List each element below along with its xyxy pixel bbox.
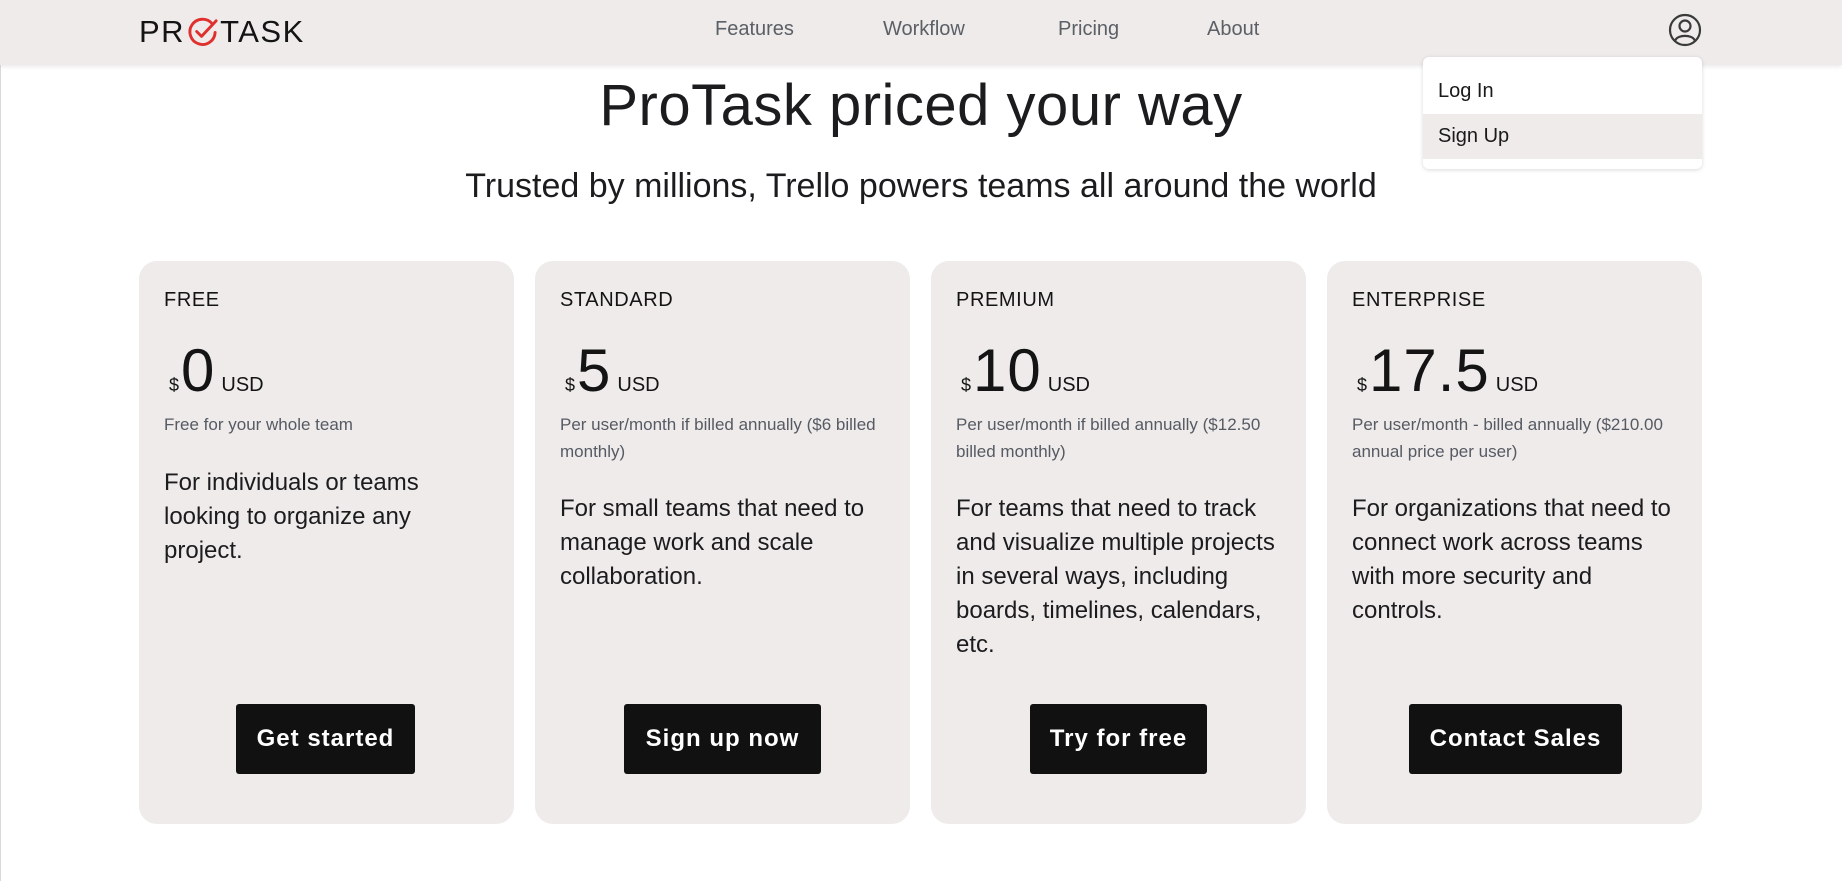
nav-link-workflow[interactable]: Workflow — [883, 18, 965, 41]
plan-tier: FREE — [164, 289, 220, 311]
nav-link-pricing[interactable]: Pricing — [1058, 18, 1119, 41]
plan-card-enterprise: ENTERPRISE $ 17.5 USD Per user/month - b… — [1327, 261, 1702, 824]
plan-price: $ 10 USD — [961, 341, 1090, 401]
plan-tier: STANDARD — [560, 289, 674, 311]
price-amount: 0 — [181, 337, 216, 404]
price-currency: $ — [1357, 375, 1368, 395]
price-currency: $ — [169, 375, 180, 395]
plan-billing-note: Free for your whole team — [164, 415, 353, 434]
plan-billing-note: Per user/month if billed annually ($6 bi… — [560, 415, 876, 461]
plan-price: $ 5 USD — [565, 341, 660, 401]
main-nav: Features Workflow Pricing About — [0, 18, 1842, 48]
user-circle-icon[interactable] — [1668, 13, 1702, 47]
plan-tier: PREMIUM — [956, 289, 1055, 311]
menu-item-sign-up[interactable]: Sign Up — [1423, 114, 1702, 159]
plan-description: For organizations that need to connect w… — [1352, 495, 1671, 624]
price-unit: USD — [617, 374, 660, 396]
plan-card-premium: PREMIUM $ 10 USD Per user/month if bille… — [931, 261, 1306, 824]
account-dropdown-menu: Log In Sign Up — [1423, 57, 1702, 169]
plan-card-standard: STANDARD $ 5 USD Per user/month if bille… — [535, 261, 910, 824]
price-unit: USD — [1047, 374, 1090, 396]
menu-item-log-in[interactable]: Log In — [1423, 69, 1702, 114]
plan-price: $ 17.5 USD — [1357, 341, 1538, 401]
nav-link-features[interactable]: Features — [715, 18, 794, 41]
contact-sales-button[interactable]: Contact Sales — [1409, 704, 1622, 774]
price-unit: USD — [1495, 374, 1539, 396]
plan-tier: ENTERPRISE — [1352, 289, 1486, 311]
plan-billing-note: Per user/month if billed annually ($12.5… — [956, 415, 1261, 461]
price-unit: USD — [221, 374, 264, 396]
price-currency: $ — [961, 375, 972, 395]
price-amount: 17.5 — [1369, 337, 1490, 404]
plan-billing-note: Per user/month - billed annually ($210.0… — [1352, 415, 1663, 461]
plan-description: For individuals or teams looking to orga… — [164, 469, 419, 564]
plan-price: $ 0 USD — [169, 341, 264, 401]
get-started-button[interactable]: Get started — [236, 704, 415, 774]
price-currency: $ — [565, 375, 576, 395]
sign-up-now-button[interactable]: Sign up now — [624, 704, 821, 774]
price-amount: 5 — [577, 337, 612, 404]
try-for-free-button[interactable]: Try for free — [1030, 704, 1207, 774]
plan-description: For small teams that need to manage work… — [560, 495, 865, 590]
nav-link-about[interactable]: About — [1207, 18, 1259, 41]
plan-card-free: FREE $ 0 USD Free for your whole team Fo… — [139, 261, 514, 824]
plan-description: For teams that need to track and visuali… — [956, 495, 1275, 658]
page-subtitle: Trusted by millions, Trello powers teams… — [465, 167, 1377, 205]
top-navbar: PR TASK Features Workflow Pricing About — [0, 0, 1842, 65]
price-amount: 10 — [973, 337, 1042, 404]
